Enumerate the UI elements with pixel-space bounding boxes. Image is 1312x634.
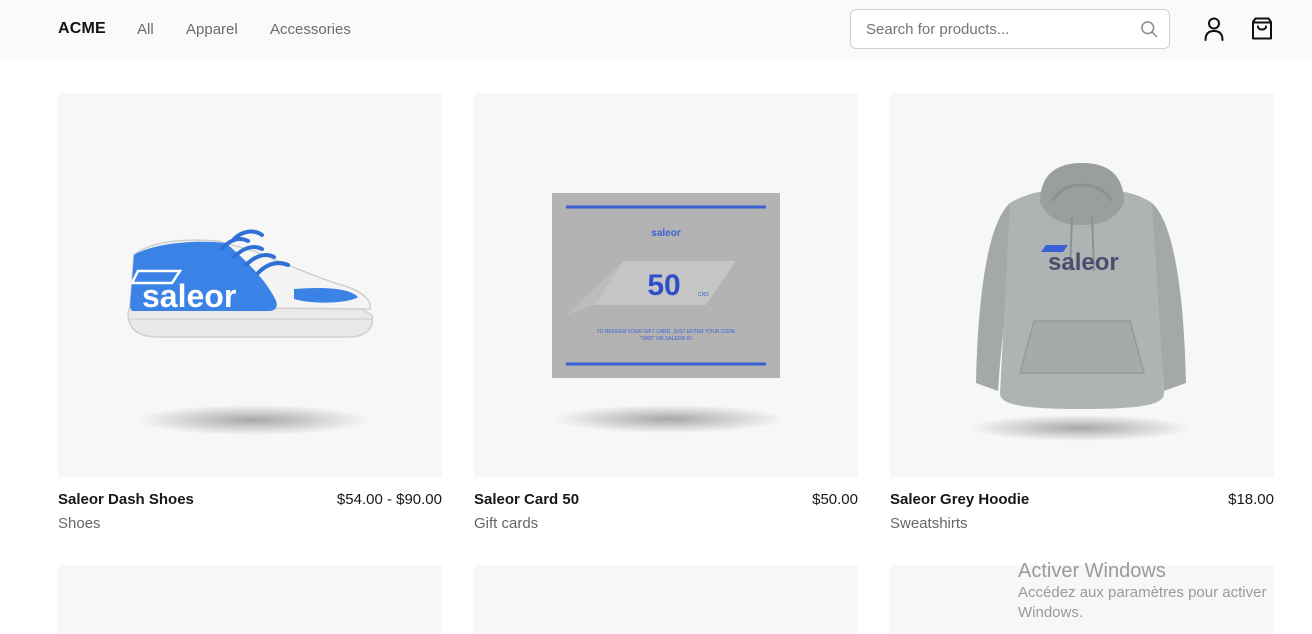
product-name[interactable]: Saleor Card 50 <box>474 491 579 508</box>
product-image-hoodie[interactable]: saleor <box>890 93 1274 477</box>
shoe-brand-text: saleor <box>142 278 236 314</box>
hoodie-brand-text: saleor <box>1048 249 1119 276</box>
nav-link-accessories[interactable]: Accessories <box>270 21 351 38</box>
nav-link-all[interactable]: All <box>137 21 154 38</box>
gift-card-brand: saleor <box>651 228 681 239</box>
product-category: Sweatshirts <box>890 515 968 532</box>
product-price: $50.00 <box>812 491 858 508</box>
brand-logo[interactable]: ACME <box>58 20 106 38</box>
product-price: $54.00 - $90.00 <box>336 491 442 508</box>
gift-card-instructions-1: TO REDEEM YOUR GIFT CARD, JUST ENTER YOU… <box>597 329 736 335</box>
hoodie-image: saleor <box>976 163 1186 409</box>
product-category: Gift cards <box>474 515 539 532</box>
product-image-placeholder[interactable] <box>474 565 858 634</box>
watermark-title: Activer Windows <box>1018 560 1166 582</box>
sneaker-image: saleor <box>127 229 374 338</box>
product-category: Shoes <box>58 515 101 532</box>
search-icon[interactable] <box>1139 19 1159 39</box>
product-image-shoes[interactable]: saleor <box>58 93 442 477</box>
nav-link-apparel[interactable]: Apparel <box>186 21 238 38</box>
product-image-gift-card[interactable]: saleor 50 CRD TO REDEEM YOUR GIFT CARD, … <box>474 93 858 477</box>
search-input[interactable] <box>866 10 1126 48</box>
gift-card-amount: 50 <box>647 269 680 302</box>
product-name[interactable]: Saleor Grey Hoodie <box>890 491 1029 508</box>
watermark-subtitle: Accédez aux paramètres pour activer Wind… <box>1018 584 1267 621</box>
windows-activation-watermark: Activer Windows Accédez aux paramètres p… <box>1018 559 1308 623</box>
shopping-bag-icon[interactable] <box>1250 16 1274 42</box>
gift-card-instructions-2: "0000" ON SALEOR.IO <box>640 336 692 342</box>
gift-card-unit: CRD <box>698 292 709 298</box>
product-image-placeholder[interactable] <box>58 565 442 634</box>
user-icon[interactable] <box>1202 16 1226 42</box>
gift-card-image: saleor 50 CRD TO REDEEM YOUR GIFT CARD, … <box>552 193 780 378</box>
search-box <box>850 9 1170 49</box>
product-name[interactable]: Saleor Dash Shoes <box>58 491 194 508</box>
top-navbar: ACME All Apparel Accessories <box>0 0 1312 61</box>
product-price: $18.00 <box>1228 491 1274 508</box>
